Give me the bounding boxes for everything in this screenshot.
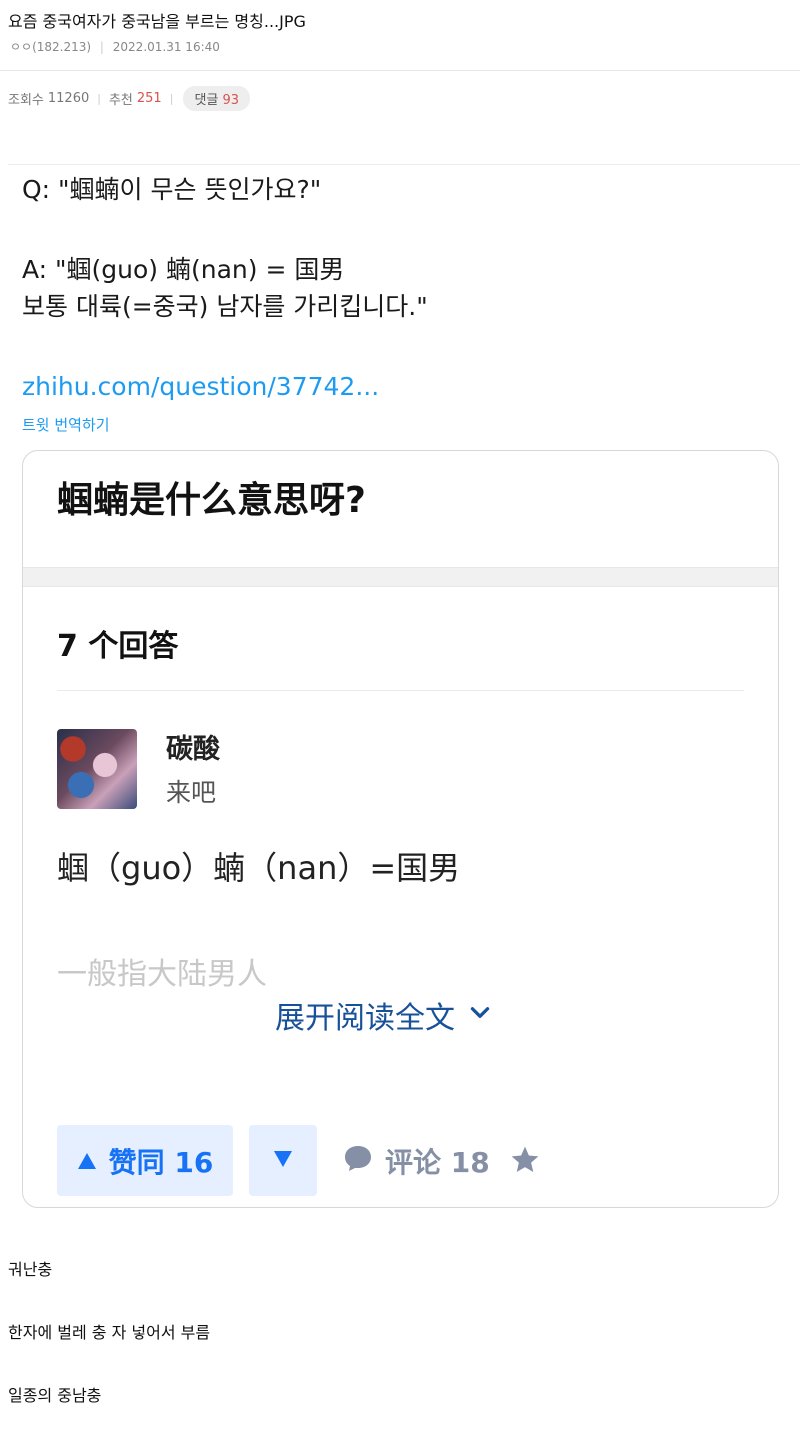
author-bio: 来吧 <box>166 778 217 807</box>
section-band <box>23 567 778 587</box>
expand-button[interactable]: 展开阅读全文 <box>275 993 493 1037</box>
views-count: 11260 <box>47 91 90 106</box>
avatar[interactable] <box>57 729 137 809</box>
body-line: 일종의 중남충 <box>8 1386 102 1405</box>
tweet-answer-line2: 보통 대륙(=중국) 남자를 가리킵니다." <box>22 292 428 321</box>
upvote-label: 赞同 16 <box>108 1145 214 1179</box>
upvote-button[interactable]: 赞同 16 <box>57 1125 233 1196</box>
upvote-triangle-icon <box>77 1144 97 1177</box>
content-divider <box>8 164 800 165</box>
zhihu-card[interactable]: 蝈蝻是什么意思呀? 7 个回答 碳酸 来吧 蝈（guo）蝻（nan）=国男 一般… <box>22 450 779 1208</box>
post-date: 2022.01.31 16:40 <box>112 40 220 54</box>
recommend-label: 추천 <box>108 93 133 108</box>
answers-divider <box>57 690 744 691</box>
post-title: 요즘 중국여자가 중국남을 부르는 명칭...JPG <box>8 12 306 31</box>
header-divider <box>0 70 800 71</box>
tweet-question: Q: "蝈蝻이 무슨 뜻인가요?" <box>22 175 322 204</box>
answer-text: 蝈（guo）蝻（nan）=国男 <box>57 849 461 887</box>
downvote-button[interactable] <box>249 1125 317 1196</box>
comment-bubble-icon <box>343 1144 373 1179</box>
tweet-link[interactable]: zhihu.com/question/37742... <box>22 369 379 405</box>
downvote-triangle-icon <box>273 1150 293 1172</box>
comment-label: 评论 18 <box>385 1146 490 1179</box>
question-title: 蝈蝻是什么意思呀? <box>57 480 366 521</box>
star-icon[interactable] <box>509 1144 541 1180</box>
comment-button[interactable]: 评论 18 <box>343 1141 490 1181</box>
comments-button[interactable]: 댓글 93 <box>183 86 251 111</box>
answers-count: 7 个回答 <box>57 629 179 664</box>
views-label: 조회수 <box>8 93 44 108</box>
post-meta: ㅇㅇ(182.213) | 2022.01.31 16:40 <box>10 38 220 55</box>
recommend-count: 251 <box>136 91 162 106</box>
comments-count: 93 <box>222 93 240 108</box>
comments-label: 댓글 <box>194 93 219 108</box>
meta-divider: | <box>99 40 104 54</box>
post-stats: 조회수 11260 | 추천 251 | 댓글 93 <box>8 86 251 111</box>
post-author[interactable]: ㅇㅇ(182.213) <box>10 40 91 54</box>
tweet-answer-line1: A: "蝈(guo) 蝻(nan) = 国男 <box>22 255 345 284</box>
translate-tweet-link[interactable]: 트윗 번역하기 <box>22 414 110 435</box>
chevron-down-icon <box>467 998 493 1033</box>
body-line: 한자에 벌레 충 자 넣어서 부름 <box>8 1323 211 1342</box>
answer-text-faded: 一般指大陆男人 <box>57 957 267 992</box>
body-line: 궈난충 <box>8 1260 53 1279</box>
stats-divider: | <box>97 92 101 105</box>
expand-label: 展开阅读全文 <box>275 1001 455 1036</box>
stats-divider: | <box>169 92 174 105</box>
author-name[interactable]: 碳酸 <box>166 727 220 766</box>
